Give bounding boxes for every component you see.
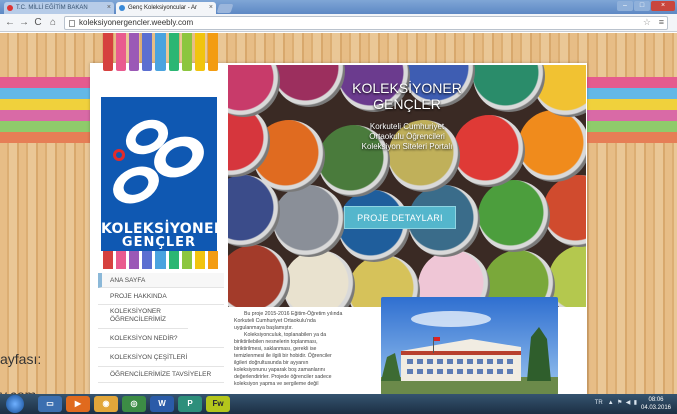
article-line: biriktirilmesi, saklanması, gerekli ise [234, 346, 317, 352]
site-logo[interactable]: KOLEKSİYONER GENÇLER [101, 97, 225, 251]
nav-item-koleksiyon-cesitleri[interactable]: KOLEKSİYON ÇEŞİTLERİ [98, 348, 224, 367]
hero-subtitle-line: Koleksiyon Siteleri Portalı [361, 142, 453, 151]
tab-label: T.C. MİLLİ EĞİTİM BAKAN [16, 5, 88, 11]
new-tab-button[interactable] [216, 4, 234, 13]
nav-item-ana-sayfa[interactable]: ANA SAYFA [98, 273, 224, 288]
paint-can-image [473, 65, 545, 112]
pencil-shape [116, 251, 127, 269]
pencil-shape [168, 251, 179, 269]
article-line: biriktirilebilen nesnelerin toplanması, [234, 339, 318, 345]
pencil-shape [155, 251, 166, 269]
hero-title-line1: KOLEKSİYONER [352, 80, 462, 96]
forward-arrow-icon[interactable]: → [18, 17, 30, 29]
article-line: değerlendirirler. Projede öğrenciler sad… [234, 374, 332, 380]
system-tray[interactable]: TR ▲ ⚑ ◀ ▮ [595, 399, 637, 406]
article-line: ilgileri doğrultusunda bir ayyanın [234, 360, 309, 366]
pencil-shape [181, 251, 192, 269]
web-page: KOLEKSİYONER GENÇLER ANA SAYFA PROJE HAK… [0, 33, 677, 394]
school-building-photo [381, 297, 558, 394]
paint-can-image [273, 185, 345, 257]
language-indicator[interactable]: TR [595, 400, 603, 406]
minimize-window-button[interactable]: – [617, 1, 633, 11]
article-line: Korkuteli Cumhuriyet Ortaokulu'nda [234, 318, 316, 324]
pencil-shape [207, 33, 218, 71]
article-line: temizlenmesi ile ilgili bir hobidir. Öğr… [234, 353, 332, 359]
firefox-icon[interactable]: ◉ [94, 396, 118, 412]
browser-tab-active[interactable]: Genç Koleksiyoncular - Ar × [116, 2, 216, 14]
home-icon[interactable]: ⌂ [47, 17, 59, 29]
close-tab-icon[interactable]: × [209, 2, 213, 14]
page-icon [69, 20, 75, 27]
clock-time: 08:06 [648, 397, 664, 403]
pencil-shape [168, 33, 179, 71]
pencil-shape [129, 251, 140, 269]
browser-tab-meb[interactable]: T.C. MİLLİ EĞİTİM BAKAN × [4, 2, 114, 14]
pencil-shape [181, 33, 192, 71]
hero-title-line2: GENÇLER [373, 96, 441, 112]
article-line: Koleksiyonculuk, toplanabilen ya da [244, 332, 327, 338]
nav-item-ogrencilerimize-tavsiyeler[interactable]: ÖĞRENCİLERİMİZE TAVSİYELER [98, 367, 224, 383]
project-details-button[interactable]: PROJE DETAYLARI [344, 206, 456, 229]
pencil-shape [155, 33, 166, 71]
start-button[interactable] [6, 395, 24, 413]
background-text-line: y.com [0, 377, 41, 394]
nav-item-koleksiyon-nedir[interactable]: KOLEKSİYON NEDİR? [98, 329, 224, 348]
site-navigation: ANA SAYFA PROJE HAKKINDA KOLEKSİYONER ÖĞ… [98, 273, 224, 383]
menu-icon[interactable]: ≡ [659, 17, 664, 27]
media-player-icon[interactable]: ▶ [66, 396, 90, 412]
article-line: Bu proje 2015-2016 Eğitim-Öğretim yılınd… [244, 311, 343, 317]
maximize-window-button[interactable]: □ [634, 1, 650, 11]
logo-text-line2: GENÇLER [121, 235, 197, 250]
reload-icon[interactable]: C [32, 17, 44, 29]
word-icon[interactable]: W [150, 396, 174, 412]
favicon-icon [119, 5, 125, 11]
chrome-icon[interactable]: ◎ [122, 396, 146, 412]
paint-can-image [283, 250, 355, 307]
tab-label: Genç Koleksiyoncular - Ar [128, 5, 198, 11]
article-text: Bu proje 2015-2016 Eğitim-Öğretim yılınd… [234, 311, 374, 388]
background-window-text: ayfası: y.com [0, 341, 41, 394]
paint-can-image [478, 180, 550, 252]
pencil-decoration-bottom [103, 251, 218, 269]
pencil-shape [129, 33, 140, 71]
publisher-icon[interactable]: P [178, 396, 202, 412]
bookmark-star-icon[interactable]: ☆ [643, 17, 651, 28]
url-text: koleksiyonergencler.weebly.com [79, 18, 194, 27]
pencil-shape [116, 33, 127, 71]
taskbar-clock[interactable]: 08:06 04.03.2016 [639, 396, 673, 412]
windows-taskbar: ▭ ▶ ◉ ◎ W P Fw TR ▲ ⚑ ◀ ▮ 08:06 04.03.20… [0, 394, 677, 414]
pencil-decoration-top [103, 33, 218, 73]
close-window-button[interactable]: × [651, 1, 675, 11]
clock-date: 04.03.2016 [640, 405, 672, 411]
nav-item-koleksiyoner-ogrencilerimiz[interactable]: KOLEKSİYONER ÖĞRENCİLERİMİZ [98, 305, 188, 329]
paint-can-image [228, 245, 290, 307]
hero-text: KOLEKSİYONER GENÇLER Korkuteli Cumhuriye… [332, 80, 482, 188]
address-bar[interactable]: koleksiyonergencler.weebly.com ☆ ≡ [64, 16, 668, 30]
favicon-icon [7, 5, 13, 11]
pencil-shape [194, 33, 205, 71]
paint-can-image [228, 65, 280, 117]
paint-can-image [518, 110, 586, 182]
article-line: koleksiyonunu yaparak boş zamanlarını [234, 367, 326, 373]
browser-tab-bar: T.C. MİLLİ EĞİTİM BAKAN × Genç Koleksiyo… [0, 0, 677, 14]
background-text-line: ayfası: [0, 351, 42, 367]
pencil-shape [103, 33, 114, 71]
pencil-shape [103, 251, 114, 269]
browser-toolbar: ← → C ⌂ koleksiyonergencler.weebly.com ☆… [0, 14, 677, 32]
pencil-shape [194, 251, 205, 269]
pencil-shape [142, 251, 153, 269]
pencil-shape [207, 251, 218, 269]
fireworks-icon[interactable]: Fw [206, 396, 230, 412]
article-line: koleksiyon yapma ve sergileme değil [234, 381, 319, 387]
nav-item-proje-hakkinda[interactable]: PROJE HAKKINDA [98, 288, 224, 305]
close-tab-icon[interactable]: × [107, 2, 111, 14]
explorer-icon[interactable]: ▭ [38, 396, 62, 412]
tray-icons: ▲ ⚑ ◀ ▮ [604, 400, 637, 406]
hero-banner: KOLEKSİYONER GENÇLER Korkuteli Cumhuriye… [228, 65, 586, 307]
hero-subtitle-line: Korkuteli Cumhuriyet [369, 122, 445, 131]
pencil-shape [142, 33, 153, 71]
back-arrow-icon[interactable]: ← [4, 17, 16, 29]
article-line: uygulanmaya başlamıştır. [234, 325, 293, 331]
hero-subtitle-line: Ortaokulu Öğrencileri [369, 132, 445, 141]
